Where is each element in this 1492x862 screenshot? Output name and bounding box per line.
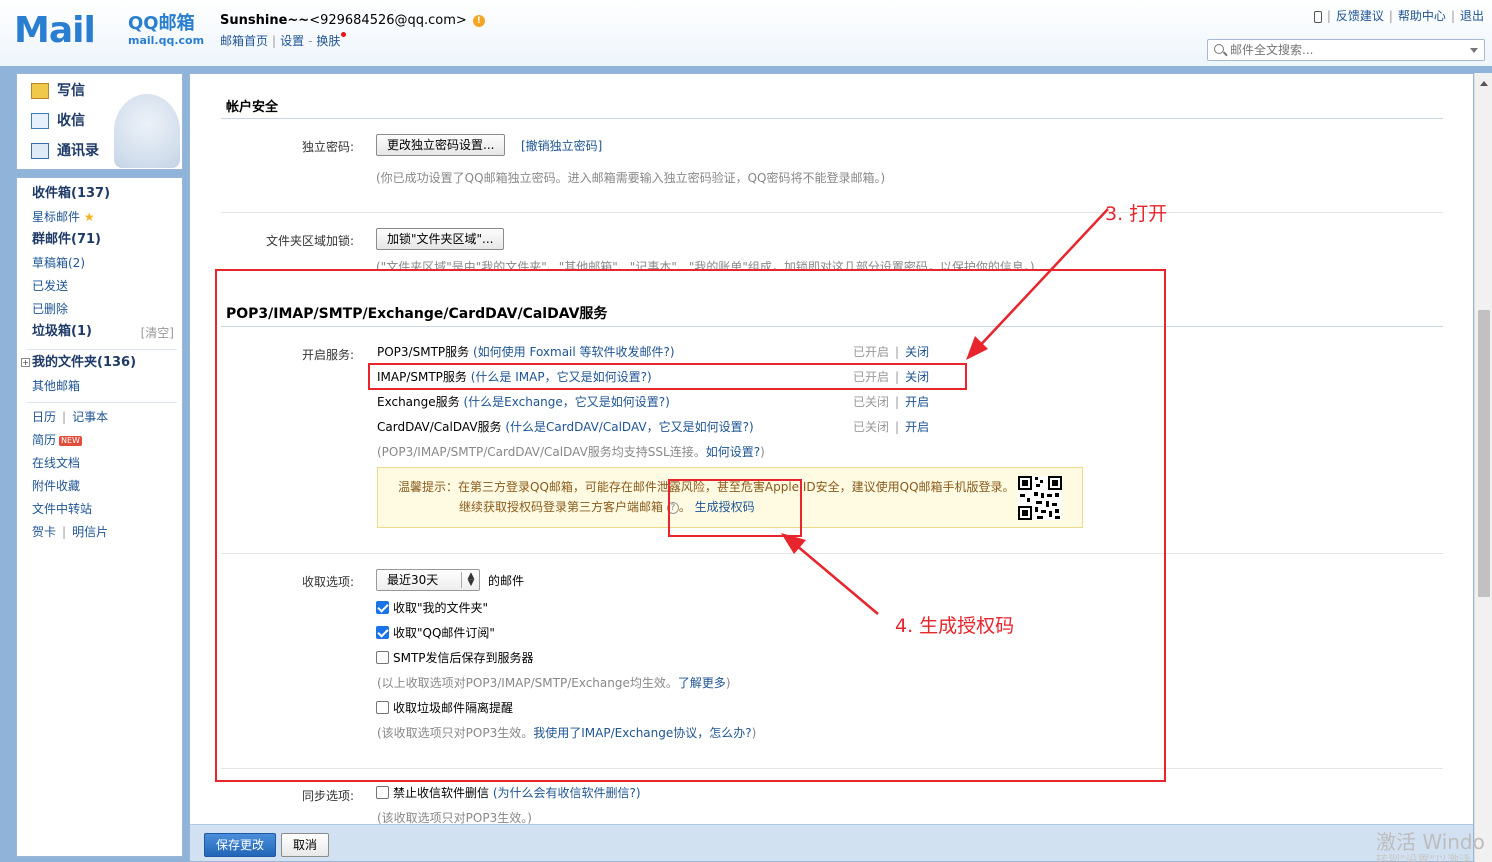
annotation-imap-box bbox=[368, 363, 967, 390]
no-client-delete-label[interactable]: 禁止收信软件删信 bbox=[393, 786, 489, 800]
password-note: (你已成功设置了QQ邮箱独立密码。进入邮箱需要输入独立密码验证，QQ密码将不能登… bbox=[376, 171, 886, 185]
brand-domain: mail.qq.com bbox=[128, 34, 205, 47]
account-security-title: 帐户安全 bbox=[226, 100, 279, 115]
revoke-password-link[interactable]: [撤销独立密码] bbox=[521, 137, 602, 154]
nav-notes[interactable]: 记事本 bbox=[72, 410, 108, 424]
link-mail-home[interactable]: 邮箱首页 bbox=[220, 34, 268, 48]
warning-icon[interactable]: ! bbox=[472, 14, 485, 27]
receive-icon bbox=[31, 113, 49, 129]
receive-button[interactable]: 收信 bbox=[31, 109, 85, 133]
nav-attachments[interactable]: 附件收藏 bbox=[32, 476, 80, 496]
folder-nav: 收件箱(137) 星标邮件 ★ 群邮件(71) 草稿箱(2) 已发送 已删除 垃… bbox=[16, 177, 183, 857]
contacts-button[interactable]: 通讯录 bbox=[31, 139, 99, 163]
annotation-step4-label: 4. 生成授权码 bbox=[895, 615, 1015, 637]
top-right-links: | 反馈建议 | 帮助中心 | 退出 bbox=[1313, 7, 1484, 24]
contacts-label: 通讯录 bbox=[57, 143, 99, 159]
contacts-icon bbox=[31, 143, 49, 159]
nav-inbox[interactable]: 收件箱(137) bbox=[32, 184, 110, 204]
logo-text: Mail bbox=[14, 10, 96, 51]
scroll-thumb[interactable] bbox=[1478, 310, 1490, 597]
no-client-delete-checkbox[interactable] bbox=[376, 786, 389, 799]
section-divider bbox=[221, 118, 1443, 119]
nav-starred-label: 星标邮件 bbox=[32, 210, 81, 224]
search-input[interactable] bbox=[1230, 42, 1460, 58]
user-email: <929684526@qq.com> bbox=[309, 13, 467, 28]
nav-resume[interactable]: 简历 NEW bbox=[32, 430, 82, 450]
compose-label: 写信 bbox=[57, 83, 85, 99]
user-nickname: Sunshine~~ bbox=[220, 13, 310, 28]
nav-divider bbox=[27, 349, 177, 350]
brand-name: QQ邮箱 bbox=[128, 13, 195, 34]
nav-spam[interactable]: 垃圾箱(1) bbox=[32, 322, 92, 342]
nav-sent[interactable]: 已发送 bbox=[32, 276, 68, 296]
receive-label: 收信 bbox=[57, 113, 85, 129]
spam-clear-link[interactable]: [清空] bbox=[141, 324, 174, 341]
row-divider bbox=[221, 212, 1443, 213]
vertical-scrollbar[interactable] bbox=[1474, 73, 1492, 862]
link-help[interactable]: 帮助中心 bbox=[1398, 9, 1446, 23]
nav-deleted[interactable]: 已删除 bbox=[32, 299, 68, 319]
nav-postcard[interactable]: 明信片 bbox=[72, 525, 108, 539]
link-logout[interactable]: 退出 bbox=[1460, 9, 1484, 23]
link-skin[interactable]: 换肤 bbox=[316, 34, 340, 48]
nav-calendar[interactable]: 日历 bbox=[32, 410, 56, 424]
header: Mail QQ邮箱 mail.qq.com Sunshine~~<9296845… bbox=[0, 0, 1492, 66]
nav-my-folders[interactable]: + 我的文件夹(136) bbox=[21, 353, 136, 373]
bottom-action-bar: 保存更改 取消 bbox=[190, 824, 1473, 861]
independent-password-label: 独立密码: bbox=[301, 140, 354, 154]
change-password-button[interactable]: 更改独立密码设置... bbox=[376, 134, 506, 156]
nav-resume-label: 简历 bbox=[32, 433, 57, 447]
nav-greeting-card[interactable]: 贺卡 bbox=[32, 525, 56, 539]
user-line: Sunshine~~<929684526@qq.com>! bbox=[220, 13, 485, 28]
sync-options-label: 同步选项: bbox=[301, 789, 354, 803]
new-badge: NEW bbox=[59, 435, 82, 446]
compose-icon bbox=[31, 83, 49, 99]
search-box[interactable] bbox=[1207, 39, 1485, 61]
expand-icon[interactable]: + bbox=[21, 358, 30, 367]
annotation-auth-code-box bbox=[668, 479, 802, 537]
logo-brand[interactable]: QQ邮箱 mail.qq.com bbox=[128, 14, 204, 48]
annotation-step3-label: 3. 打开 bbox=[1105, 203, 1168, 225]
nav-other-mail[interactable]: 其他邮箱 bbox=[32, 376, 80, 396]
nav-divider bbox=[27, 402, 177, 403]
nav-cards: 贺卡 | 明信片 bbox=[32, 525, 109, 539]
compose-button[interactable]: 写信 bbox=[31, 79, 85, 103]
folder-lock-button[interactable]: 加锁"文件夹区域"... bbox=[376, 228, 505, 250]
nav-calendar-notes: 日历 | 记事本 bbox=[32, 410, 109, 424]
cancel-button[interactable]: 取消 bbox=[281, 833, 330, 857]
windows-activation-subtext: 转到"设置"以激活 bbox=[1376, 853, 1472, 862]
folder-lock-label: 文件夹区域加锁: bbox=[265, 234, 354, 248]
link-feedback[interactable]: 反馈建议 bbox=[1336, 9, 1384, 23]
search-icon bbox=[1214, 44, 1224, 54]
mail-logo[interactable]: Mail bbox=[14, 10, 96, 52]
link-settings[interactable]: 设置 bbox=[280, 34, 304, 48]
nav-actions: 写信 收信 通讯录 bbox=[16, 73, 183, 170]
star-icon: ★ bbox=[83, 210, 95, 224]
qq-mascot-decoration bbox=[114, 94, 180, 168]
new-dot-icon bbox=[341, 32, 347, 37]
no-client-delete-row: 禁止收信软件删信 (为什么会有收信软件删信?) bbox=[393, 784, 641, 801]
nav-starred[interactable]: 星标邮件 ★ bbox=[32, 207, 95, 227]
search-dropdown-icon[interactable] bbox=[1470, 48, 1478, 53]
nav-file-transfer[interactable]: 文件中转站 bbox=[32, 499, 92, 519]
nav-online-docs[interactable]: 在线文档 bbox=[32, 453, 80, 473]
nav-group-mail[interactable]: 群邮件(71) bbox=[32, 230, 101, 250]
client-delete-help-link[interactable]: (为什么会有收信软件删信?) bbox=[493, 786, 641, 800]
nav-my-folders-label: 我的文件夹(136) bbox=[32, 355, 137, 370]
user-links: 邮箱首页 | 设置 - 换肤 bbox=[220, 32, 347, 49]
mobile-icon[interactable] bbox=[1313, 10, 1322, 23]
nav-drafts[interactable]: 草稿箱(2) bbox=[32, 253, 85, 273]
scroll-up-icon[interactable] bbox=[1480, 81, 1488, 86]
save-changes-button[interactable]: 保存更改 bbox=[204, 833, 277, 857]
